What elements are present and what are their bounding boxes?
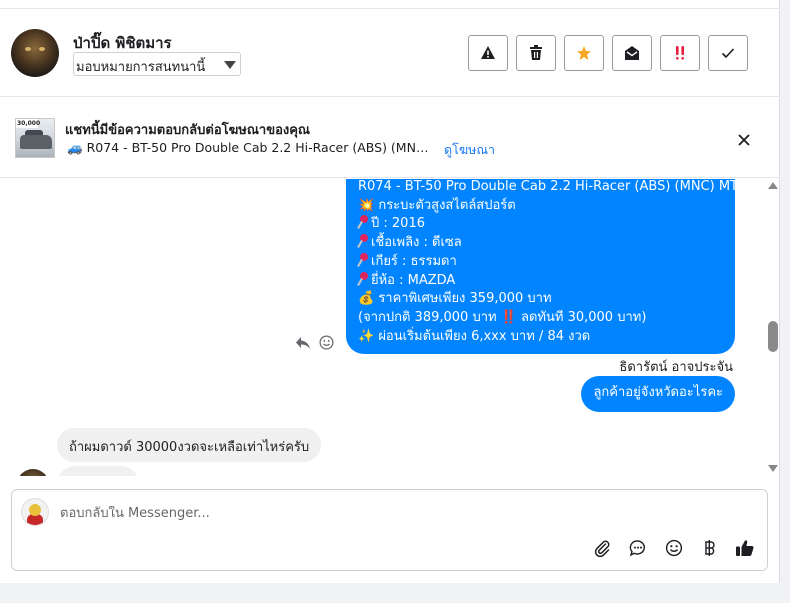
message-line-text: ปี : 2016 xyxy=(371,216,425,232)
attach-button[interactable] xyxy=(592,538,612,558)
message-composer xyxy=(11,489,768,571)
chevron-down-icon xyxy=(224,61,236,69)
ad-reply-banner: 30,000 แชทนี้มีข้อความตอบกลับต่อโฆษณาของ… xyxy=(0,98,780,178)
ad-thumbnail[interactable]: 30,000 xyxy=(15,118,55,158)
close-icon xyxy=(738,134,750,146)
warning-icon xyxy=(481,46,495,59)
trash-icon xyxy=(530,45,542,60)
ad-banner-title: แชทนี้มีข้อความตอบกลับต่อโฆษณาของคุณ xyxy=(65,123,310,138)
emoji-button[interactable] xyxy=(664,538,684,558)
message-line-fuel: เชื้อเพลิง : ดีเซล xyxy=(358,234,735,253)
react-button[interactable] xyxy=(319,335,334,354)
saved-replies-button[interactable] xyxy=(628,538,648,558)
scrollbar-thumb[interactable] xyxy=(768,321,778,352)
ad-thumbnail-tag: 30,000 xyxy=(16,119,41,128)
contact-avatar-small[interactable] xyxy=(17,469,49,476)
avatar-face-shape xyxy=(29,504,41,516)
exclamation-icon xyxy=(676,46,684,60)
message-line-text: เกียร์ : ธรรมดา xyxy=(371,253,457,269)
message-list[interactable]: R074 - BT-50 Pro Double Cab 2.2 Hi-Racer… xyxy=(0,179,780,476)
view-ad-link[interactable]: ดูโฆษณา xyxy=(444,140,495,160)
pushpin-icon xyxy=(358,234,368,248)
incoming-message[interactable]: ถ้าผมดาวด์ 30000งวดจะเหลือเท่าไหร่ครับ xyxy=(57,428,322,462)
scroll-up-arrow[interactable] xyxy=(768,182,778,189)
car-emoji-icon: 🚙 xyxy=(67,140,83,155)
avatar-eye xyxy=(39,47,45,51)
avatar-eye xyxy=(25,47,31,51)
conversation-header: ป่าปิ๊ด พิชิตมาร มอบหมายการสนทนานี้ xyxy=(0,9,780,97)
message-line-text: เชื้อเพลิง : ดีเซล xyxy=(371,235,462,251)
sender-name: ธิดารัตน์ อาจประจัน xyxy=(619,360,733,375)
message-line-gear: เกียร์ : ธรรมดา xyxy=(358,252,735,272)
message-line-brand: ยี่ห้อ : MAZDA xyxy=(358,271,735,291)
ad-name: R074 - BT-50 Pro Double Cab 2.2 Hi-Racer… xyxy=(86,140,432,155)
message-line: 💥 กระบะตัวสูงสไตล์สปอร์ต xyxy=(358,197,516,213)
page-avatar xyxy=(21,498,49,526)
mark-done-button[interactable] xyxy=(708,35,748,71)
smiley-icon xyxy=(665,539,683,557)
message-line-text: ยี่ห้อ : MAZDA xyxy=(371,272,456,288)
baht-icon xyxy=(705,540,715,556)
outgoing-message[interactable]: ลูกค้าอยู่จังหวัดอะไรคะ xyxy=(581,376,735,412)
payment-button[interactable] xyxy=(700,538,720,558)
incoming-message-partial[interactable] xyxy=(57,466,139,476)
close-banner-button[interactable] xyxy=(734,130,754,150)
smiley-icon xyxy=(319,335,334,350)
pushpin-icon xyxy=(358,271,368,286)
message-line-year: ปี : 2016 xyxy=(358,215,735,234)
scroll-down-arrow[interactable] xyxy=(768,465,778,472)
delete-button[interactable] xyxy=(516,35,556,71)
thumbs-up-icon xyxy=(736,540,754,556)
car-body-shape xyxy=(20,135,52,149)
contact-avatar[interactable] xyxy=(11,29,59,77)
assign-conversation-dropdown[interactable]: มอบหมายการสนทนานี้ xyxy=(73,52,241,76)
message-line: 💰 ราคาพิเศษเพียง 359,000 บาท xyxy=(358,291,552,307)
follow-up-button[interactable] xyxy=(660,35,700,71)
outgoing-message-ad[interactable]: R074 - BT-50 Pro Double Cab 2.2 Hi-Racer… xyxy=(346,179,738,354)
message-line: R074 - BT-50 Pro Double Cab 2.2 Hi-Racer… xyxy=(358,179,738,194)
assign-label: มอบหมายการสนทนานี้ xyxy=(76,60,206,75)
report-spam-button[interactable] xyxy=(468,35,508,71)
reply-button[interactable] xyxy=(295,335,311,354)
star-icon xyxy=(577,46,591,60)
paperclip-icon xyxy=(594,540,610,557)
envelope-open-icon xyxy=(625,46,639,60)
reply-icon xyxy=(296,337,310,349)
thumbs-up-button[interactable] xyxy=(735,538,755,558)
ad-banner-subtitle: 🚙 R074 - BT-50 Pro Double Cab 2.2 Hi-Rac… xyxy=(67,140,432,156)
reply-input[interactable] xyxy=(60,506,560,521)
pushpin-icon xyxy=(358,215,368,229)
message-line: ✨ ผ่อนเริ่มต้นเพียง 6,xxx บาท / 84 งวด xyxy=(358,328,591,344)
conversation-panel: ป่าปิ๊ด พิชิตมาร มอบหมายการสนทนานี้ 30,0… xyxy=(0,0,780,583)
chat-bubble-icon xyxy=(629,540,645,557)
pushpin-icon xyxy=(358,252,368,267)
checkmark-icon xyxy=(721,48,735,59)
mark-unread-button[interactable] xyxy=(612,35,652,71)
star-button[interactable] xyxy=(564,35,604,71)
message-line: (จากปกติ 389,000 บาท ‼️ ลดทันที 30,000 บ… xyxy=(358,309,647,325)
